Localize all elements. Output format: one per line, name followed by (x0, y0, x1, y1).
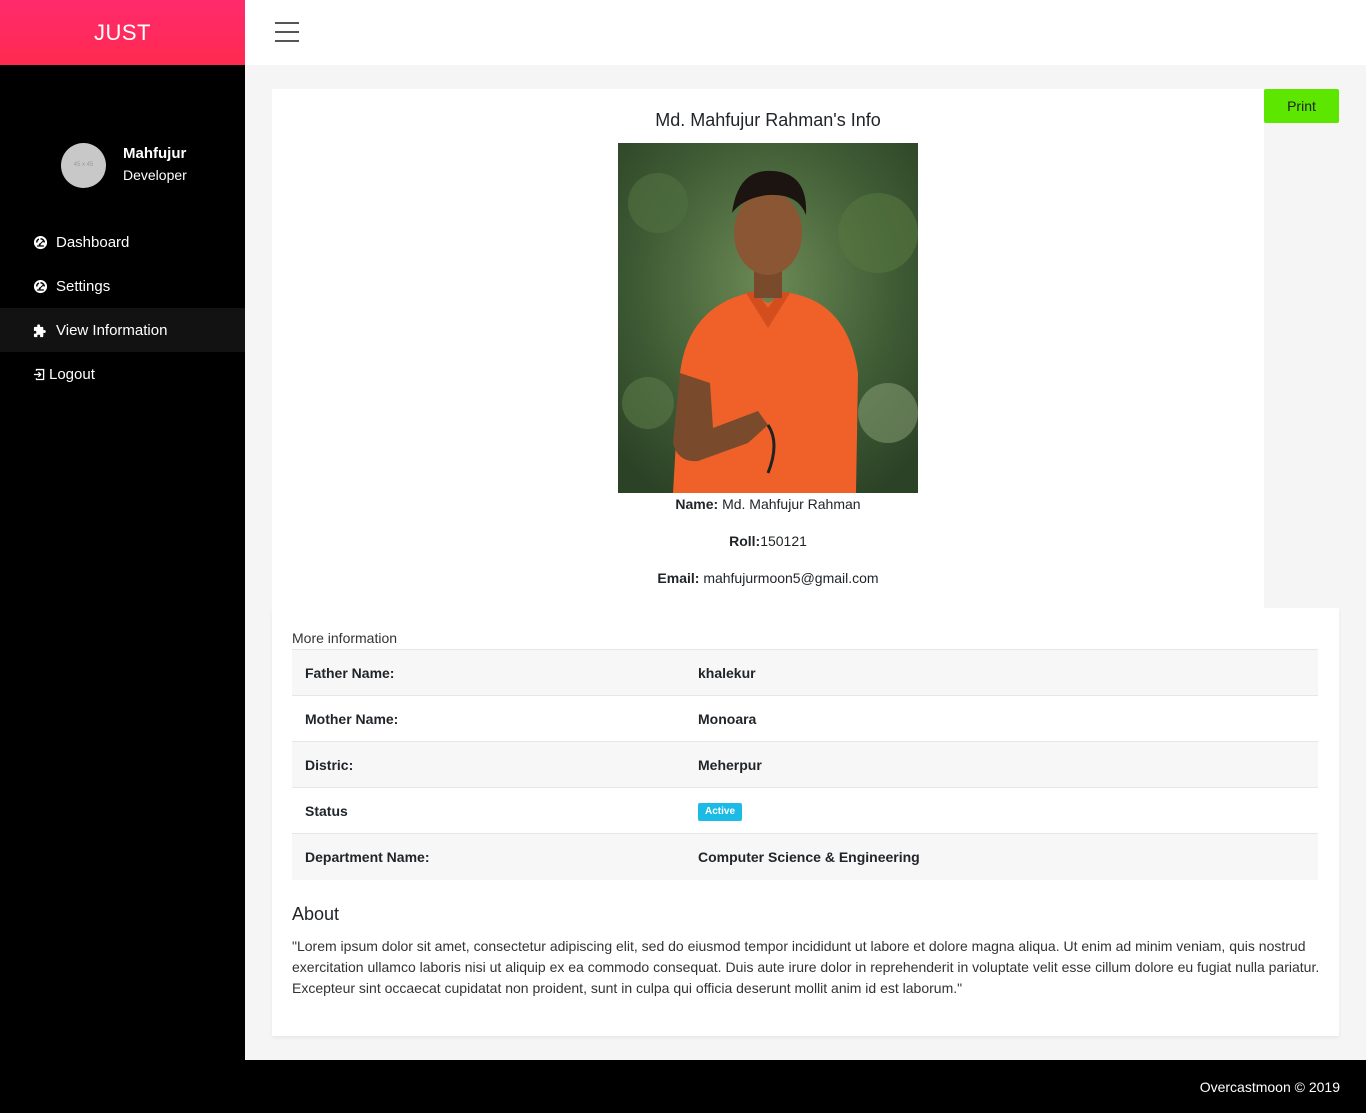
row-label: Department Name: (292, 833, 685, 880)
hamburger-icon[interactable] (275, 22, 299, 42)
roll-value: 150121 (760, 533, 807, 549)
email-label: Email: (657, 570, 700, 586)
sidebar-item-label: Logout (49, 365, 95, 383)
more-info-card: More information Father Name: khalekur M… (272, 608, 1339, 1036)
profile-text: Mahfujur Developer (123, 144, 187, 186)
brand-logo[interactable]: JUST (0, 0, 245, 65)
sidebar-item-logout[interactable]: Logout (0, 352, 245, 396)
footer: Overcastmoon © 2019 (245, 1060, 1366, 1113)
about-title: About (292, 904, 340, 924)
table-row: Department Name: Computer Science & Engi… (292, 833, 1318, 880)
profile-card: Md. Mahfujur Rahman's Info Name: Md. Mah… (272, 89, 1264, 609)
roll-label: Roll: (729, 533, 761, 549)
sidebar-item-label: Settings (56, 277, 111, 295)
logout-icon (32, 366, 48, 382)
info-email: Email: mahfujurmoon5@gmail.com (272, 569, 1264, 587)
profile-role: Developer (123, 167, 187, 183)
profile-photo (618, 143, 918, 493)
sidebar-item-label: Dashboard (56, 233, 130, 251)
profile-name: Mahfujur (123, 145, 187, 162)
row-label: Distric: (292, 741, 685, 788)
table-row: Mother Name: Monoara (292, 695, 1318, 742)
table-row: Status Active (292, 787, 1318, 834)
sidebar: JUST 45 x 45 Mahfujur Developer Dashboar… (0, 0, 245, 1113)
dashboard-icon (32, 234, 48, 250)
info-name: Name: Md. Mahfujur Rahman (272, 495, 1264, 513)
row-value: khalekur (685, 649, 1318, 696)
main-content: Md. Mahfujur Rahman's Info Name: Md. Mah… (245, 65, 1366, 1060)
details-table: Father Name: khalekur Mother Name: Monoa… (292, 649, 1318, 880)
row-value: Active (685, 787, 1318, 834)
row-value: Meherpur (685, 741, 1318, 788)
row-value: Computer Science & Engineering (685, 833, 1318, 880)
settings-icon (32, 278, 48, 294)
row-label: Father Name: (292, 649, 685, 696)
top-bar (245, 0, 1366, 65)
print-button[interactable]: Print (1264, 89, 1339, 123)
row-label: Mother Name: (292, 695, 685, 742)
sidebar-item-label: View Information (56, 321, 168, 339)
sidebar-item-dashboard[interactable]: Dashboard (0, 220, 245, 264)
status-badge: Active (698, 802, 743, 821)
name-value: Md. Mahfujur Rahman (722, 496, 861, 512)
sidebar-item-settings[interactable]: Settings (0, 264, 245, 308)
avatar: 45 x 45 (61, 142, 106, 188)
email-value: mahfujurmoon5@gmail.com (703, 570, 879, 586)
puzzle-icon (32, 322, 48, 338)
sidebar-item-view-information[interactable]: View Information (0, 308, 245, 352)
user-profile: 45 x 45 Mahfujur Developer (0, 65, 245, 220)
row-value: Monoara (685, 695, 1318, 742)
table-row: Father Name: khalekur (292, 649, 1318, 696)
info-roll: Roll:150121 (272, 532, 1264, 550)
page-title: Md. Mahfujur Rahman's Info (655, 110, 881, 130)
more-info-heading: More information (292, 630, 398, 646)
name-label: Name: (675, 496, 719, 512)
sidebar-nav: Dashboard Settings View Information Logo… (0, 220, 245, 396)
row-label: Status (292, 787, 685, 834)
about-text: "Lorem ipsum dolor sit amet, consectetur… (292, 938, 1320, 996)
table-row: Distric: Meherpur (292, 741, 1318, 788)
